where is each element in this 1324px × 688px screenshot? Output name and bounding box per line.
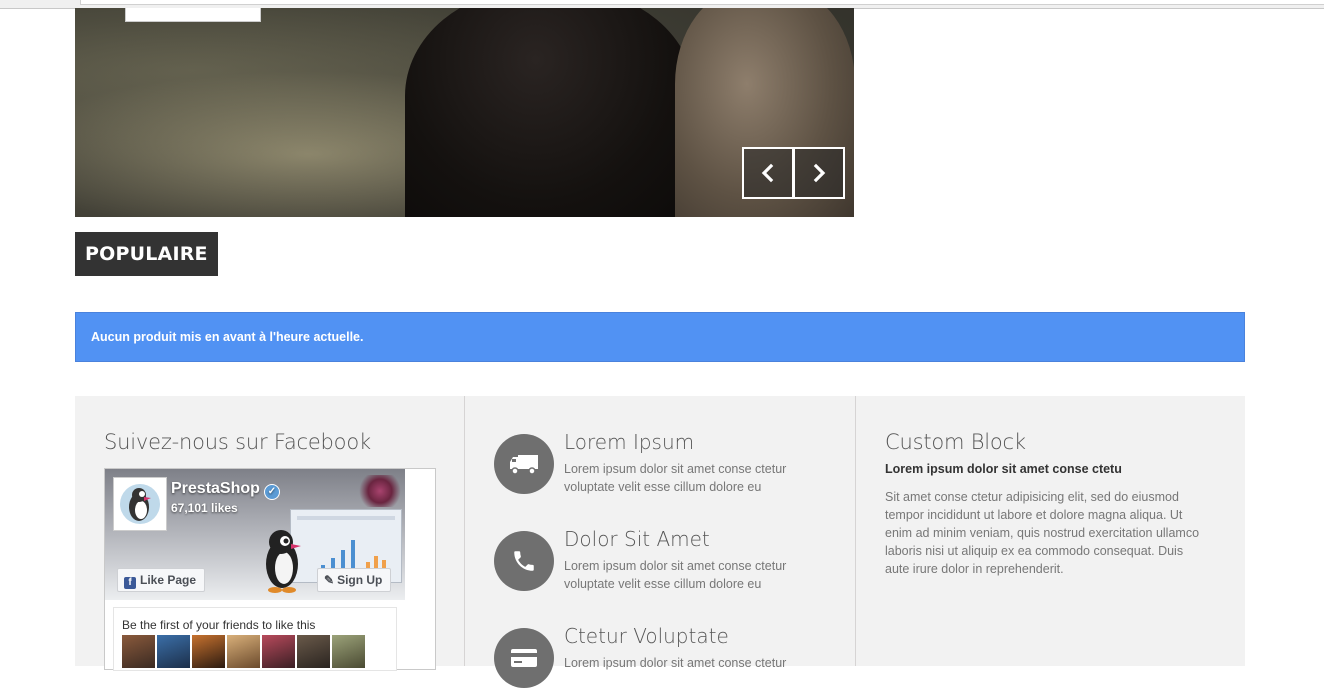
custom-block-column: Custom Block Lorem ipsum dolor sit amet … (856, 396, 1245, 666)
verified-badge-icon: ✓ (263, 484, 280, 500)
prestashop-logo-icon (120, 484, 160, 524)
like-page-label: Like Page (140, 573, 197, 587)
facebook-friends-box: Be the first of your friends to like thi… (113, 607, 397, 671)
friend-avatar[interactable] (332, 635, 365, 668)
friend-avatar[interactable] (297, 635, 330, 668)
facebook-likes-count: 67,101 likes (171, 501, 238, 515)
friend-avatar[interactable] (122, 635, 155, 668)
custom-block-title: Custom Block (885, 430, 1026, 454)
feature-icon-circle (494, 434, 554, 494)
facebook-cover-image[interactable]: PrestaShop ✓ 67,101 likes f Like Page ✎ Sig… (105, 469, 405, 600)
credit-card-icon (511, 649, 537, 667)
friend-avatar[interactable] (192, 635, 225, 668)
footer-reinsurance-area: Suivez-nous sur Facebook PrestaShop ✓ 67… (75, 396, 1245, 688)
friends-avatar-row (122, 635, 365, 668)
slider-prev-button[interactable] (742, 147, 794, 199)
custom-block-subtitle: Lorem ipsum dolor sit amet conse ctetu (885, 462, 1122, 476)
facebook-page-name[interactable]: PrestaShop ✓ (171, 480, 280, 500)
prestashop-logo[interactable] (113, 477, 167, 531)
truck-icon (510, 455, 538, 475)
feature-icon-circle (494, 628, 554, 688)
feature-text: Lorem ipsum dolor sit amet conse ctetur … (564, 559, 787, 591)
sign-up-label: Sign Up (337, 573, 383, 587)
feature-text: Lorem ipsum dolor sit amet conse ctetur (564, 656, 787, 670)
phone-icon (514, 551, 534, 571)
feature-title: Ctetur Voluptate (564, 624, 729, 648)
chevron-left-icon (761, 163, 774, 183)
feature-text: Lorem ipsum dolor sit amet conse ctetur … (564, 462, 787, 494)
chevron-right-icon (813, 163, 826, 183)
like-page-button[interactable]: f Like Page (117, 568, 206, 592)
no-products-alert: Aucun produit mis en avant à l'heure act… (75, 312, 1245, 362)
friends-text: Be the first of your friends to like thi… (122, 618, 316, 632)
sign-up-button[interactable]: ✎ Sign Up (317, 568, 392, 592)
features-column: Lorem Ipsum Lorem ipsum dolor sit amet c… (465, 396, 856, 688)
facebook-page-widget[interactable]: PrestaShop ✓ 67,101 likes f Like Page ✎ Sig… (104, 468, 436, 671)
friend-avatar[interactable] (262, 635, 295, 668)
friend-avatar[interactable] (227, 635, 260, 668)
friend-avatar[interactable] (157, 635, 190, 668)
page-name-text[interactable]: PrestaShop (171, 480, 260, 497)
pencil-icon: ✎ (324, 573, 335, 587)
slide-image-person-left (405, 8, 695, 217)
slide-caption-box (125, 8, 261, 22)
feature-title: Dolor Sit Amet (564, 527, 710, 551)
top-dropdown-edge (80, 0, 1324, 5)
facebook-title: Suivez-nous sur Facebook (104, 430, 371, 454)
popular-tab-heading[interactable]: POPULAIRE (75, 232, 218, 276)
facebook-column: Suivez-nous sur Facebook PrestaShop ✓ 67… (75, 396, 465, 671)
alert-text: Aucun produit mis en avant à l'heure act… (91, 330, 364, 344)
slider-next-button[interactable] (793, 147, 845, 199)
feature-title: Lorem Ipsum (564, 430, 695, 454)
facebook-f-icon: f (124, 577, 136, 589)
custom-block-text: Sit amet conse ctetur adipisicing elit, … (885, 490, 1200, 576)
homepage-slider (75, 8, 854, 217)
penguin-mascot-icon (266, 530, 301, 593)
feature-icon-circle (494, 531, 554, 591)
cover-flower-decoration (355, 475, 405, 507)
